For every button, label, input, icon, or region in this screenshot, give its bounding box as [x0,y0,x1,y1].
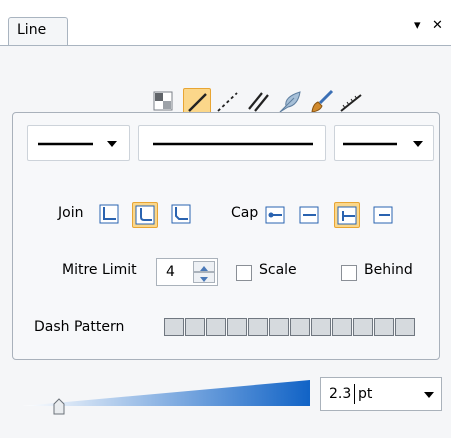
round-cap-icon[interactable] [298,204,320,226]
dash-cell[interactable] [248,318,268,336]
line-width-value: 2.3 [329,386,352,402]
start-arrow-select[interactable] [27,125,130,161]
mitre-increment-button[interactable] [193,261,215,272]
double-line-icon[interactable] [246,90,272,114]
mitre-limit-value: 4 [166,264,175,280]
dash-cell[interactable] [311,318,331,336]
bevel-join-icon[interactable] [170,203,192,225]
behind-checkbox[interactable] [341,265,357,281]
line-style-select[interactable] [138,125,326,161]
scale-checkbox[interactable] [236,265,252,281]
dash-pattern-editor[interactable] [164,318,430,338]
flat-cap-icon[interactable] [372,204,394,226]
join-label: Join [58,205,84,221]
slider-thumb[interactable] [51,397,67,417]
tab-line[interactable]: Line [8,17,68,45]
end-arrow-select[interactable] [334,125,434,161]
dashed-line-icon[interactable] [215,90,241,114]
round-join-icon[interactable] [132,202,158,228]
scale-label: Scale [259,262,297,278]
mitre-join-icon[interactable] [98,203,120,225]
dash-cell[interactable] [185,318,205,336]
fill-icon[interactable] [152,90,176,112]
dash-pattern-label: Dash Pattern [34,319,125,335]
dash-cell[interactable] [164,318,184,336]
dash-cell[interactable] [227,318,247,336]
panel-menu-icon[interactable]: ▾ [414,18,421,33]
dash-cell[interactable] [353,318,373,336]
mitre-limit-label: Mitre Limit [62,262,137,278]
line-width-dropdown[interactable]: 2.3 pt [320,377,442,411]
dash-cell[interactable] [332,318,352,336]
dash-cell[interactable] [206,318,226,336]
dash-cell[interactable] [290,318,310,336]
dash-cell[interactable] [374,318,394,336]
behind-label: Behind [364,262,413,278]
cap-label: Cap [231,205,259,221]
dash-cell[interactable] [395,318,415,336]
butt-cap-icon[interactable] [264,204,286,226]
text-cursor [354,384,355,404]
close-icon[interactable]: ✕ [432,18,443,33]
mitre-decrement-button[interactable] [193,272,215,283]
dash-cell[interactable] [269,318,289,336]
ruler-icon[interactable] [338,90,364,114]
chevron-down-icon[interactable] [423,391,435,399]
square-cap-icon[interactable] [334,202,360,228]
line-width-unit: pt [358,386,373,402]
